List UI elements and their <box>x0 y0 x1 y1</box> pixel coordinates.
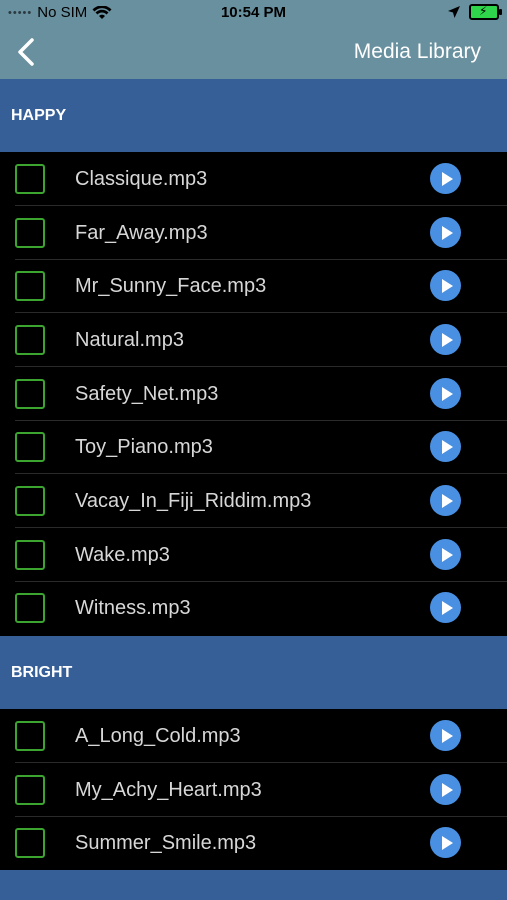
select-checkbox[interactable] <box>15 721 45 751</box>
row-divider <box>15 473 507 474</box>
play-button-icon[interactable] <box>430 163 461 194</box>
track-name: Classique.mp3 <box>75 168 208 190</box>
select-checkbox[interactable] <box>15 432 45 462</box>
row-divider <box>15 762 507 763</box>
section-title: HAPPY <box>11 107 67 124</box>
list-item[interactable]: Summer_Smile.mp3 <box>0 817 507 870</box>
back-chevron-icon[interactable] <box>12 36 42 68</box>
list-item[interactable]: Wake.mp3 <box>0 529 507 582</box>
section-title: BRIGHT <box>11 664 73 681</box>
play-button-icon[interactable] <box>430 378 461 409</box>
track-name: Witness.mp3 <box>75 597 191 619</box>
track-name: Far_Away.mp3 <box>75 222 208 244</box>
list-item[interactable]: Safety_Net.mp3 <box>0 368 507 421</box>
select-checkbox[interactable] <box>15 593 45 623</box>
list-item[interactable]: My_Achy_Heart.mp3 <box>0 764 507 817</box>
play-button-icon[interactable] <box>430 827 461 858</box>
track-name: Mr_Sunny_Face.mp3 <box>75 275 267 297</box>
page-title: Media Library <box>353 40 481 63</box>
status-time: 10:54 PM <box>220 4 287 21</box>
play-button-icon[interactable] <box>430 774 461 805</box>
next-section-header <box>0 870 507 900</box>
battery-icon: ⚡ <box>469 4 502 20</box>
status-right: ⚡ <box>447 4 502 20</box>
row-divider <box>15 205 507 206</box>
row-divider <box>15 312 507 313</box>
play-button-icon[interactable] <box>430 485 461 516</box>
list-item[interactable]: Classique.mp3 <box>0 153 507 206</box>
list-item[interactable]: Far_Away.mp3 <box>0 207 507 260</box>
select-checkbox[interactable] <box>15 486 45 516</box>
track-name: Natural.mp3 <box>75 329 184 351</box>
select-checkbox[interactable] <box>15 164 45 194</box>
track-name: Vacay_In_Fiji_Riddim.mp3 <box>75 490 312 512</box>
track-name: My_Achy_Heart.mp3 <box>75 779 262 801</box>
list-item[interactable]: Toy_Piano.mp3 <box>0 421 507 474</box>
play-button-icon[interactable] <box>430 324 461 355</box>
location-arrow-icon <box>448 6 460 18</box>
play-button-icon[interactable] <box>430 539 461 570</box>
select-checkbox[interactable] <box>15 379 45 409</box>
track-name: Wake.mp3 <box>75 544 170 566</box>
track-name: Safety_Net.mp3 <box>75 383 219 405</box>
select-checkbox[interactable] <box>15 271 45 301</box>
track-name: Toy_Piano.mp3 <box>75 436 213 458</box>
track-name: A_Long_Cold.mp3 <box>75 725 241 747</box>
row-divider <box>15 527 507 528</box>
list-item[interactable]: A_Long_Cold.mp3 <box>0 710 507 763</box>
play-button-icon[interactable] <box>430 720 461 751</box>
track-name: Summer_Smile.mp3 <box>75 832 257 854</box>
list-item[interactable]: Vacay_In_Fiji_Riddim.mp3 <box>0 475 507 528</box>
section-header-bright: BRIGHT <box>0 636 507 709</box>
select-checkbox[interactable] <box>15 218 45 248</box>
list-item[interactable]: Mr_Sunny_Face.mp3 <box>0 260 507 313</box>
select-checkbox[interactable] <box>15 540 45 570</box>
play-button-icon[interactable] <box>430 217 461 248</box>
play-button-icon[interactable] <box>430 431 461 462</box>
play-button-icon[interactable] <box>430 592 461 623</box>
list-item[interactable]: Natural.mp3 <box>0 314 507 367</box>
list-item[interactable]: Witness.mp3 <box>0 582 507 635</box>
play-button-icon[interactable] <box>430 270 461 301</box>
navigation-bar: Media Library <box>0 26 507 79</box>
row-divider <box>15 366 507 367</box>
section-header-happy: HAPPY <box>0 79 507 152</box>
select-checkbox[interactable] <box>15 828 45 858</box>
status-bar: ••••• No SIM 10:54 PM ⚡ <box>0 0 507 26</box>
select-checkbox[interactable] <box>15 325 45 355</box>
select-checkbox[interactable] <box>15 775 45 805</box>
